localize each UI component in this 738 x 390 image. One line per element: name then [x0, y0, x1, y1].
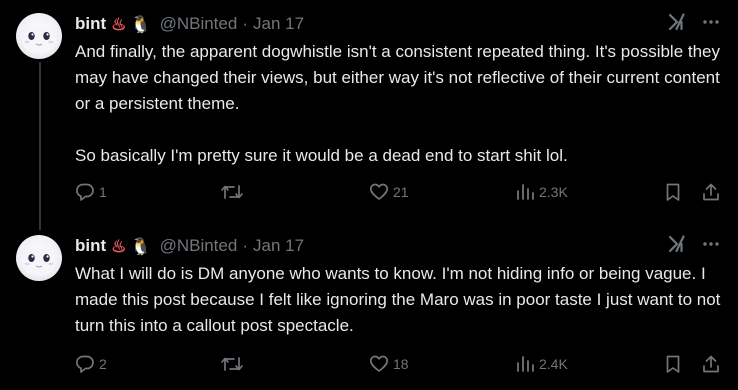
- display-name[interactable]: bint: [75, 14, 106, 34]
- user-handle[interactable]: @NBinted: [160, 14, 238, 34]
- tweet-actions: 1 21 2.3K: [75, 182, 725, 206]
- views-icon: [517, 184, 534, 200]
- tweet-top-icons: [668, 13, 720, 31]
- like-button[interactable]: 21: [369, 182, 409, 202]
- like-count: 21: [393, 184, 409, 200]
- share-icon: [703, 355, 719, 373]
- avatar[interactable]: [16, 235, 62, 281]
- hot-springs-emoji: ♨: [111, 14, 127, 34]
- reply-button[interactable]: 2: [75, 354, 107, 374]
- reply-button[interactable]: 1: [75, 182, 107, 202]
- more-icon[interactable]: [702, 13, 720, 31]
- display-name[interactable]: bint: [75, 236, 106, 256]
- tweet-date[interactable]: Jan 17: [253, 236, 304, 256]
- penguin-emoji: 🐧: [130, 14, 152, 34]
- retweet-icon: [221, 357, 243, 371]
- share-button[interactable]: [701, 182, 721, 202]
- views-button[interactable]: 2.4K: [515, 354, 568, 374]
- like-icon: [369, 183, 389, 200]
- tweet-header: bint ♨ 🐧 @NBinted · Jan 17: [75, 13, 304, 35]
- reply-count: 1: [99, 184, 107, 200]
- views-icon: [517, 356, 534, 372]
- tweet-text: And finally, the apparent dogwhistle isn…: [75, 42, 721, 165]
- share-icon: [703, 183, 719, 201]
- like-icon: [369, 355, 389, 372]
- view-count: 2.3K: [539, 184, 568, 200]
- reply-count: 2: [99, 356, 107, 372]
- hot-springs-emoji: ♨: [111, 236, 127, 256]
- more-icon[interactable]: [702, 235, 720, 253]
- views-button[interactable]: 2.3K: [515, 182, 568, 202]
- retweet-icon: [221, 185, 243, 199]
- separator-dot: ·: [242, 236, 248, 255]
- bookmark-icon: [666, 183, 680, 201]
- bookmark-button[interactable]: [663, 354, 683, 374]
- separator-dot: ·: [242, 14, 248, 33]
- avatar-face-icon: [22, 248, 56, 276]
- bookmark-icon: [666, 355, 680, 373]
- tweet-text: What I will do is DM anyone who wants to…: [75, 264, 726, 335]
- grok-icon[interactable]: [668, 13, 686, 31]
- tweet-date[interactable]: Jan 17: [253, 14, 304, 34]
- thread-connector-line: [39, 62, 41, 230]
- tweet-header: bint ♨ 🐧 @NBinted · Jan 17: [75, 235, 304, 257]
- reply-icon: [76, 355, 94, 373]
- thread: bint ♨ 🐧 @NBinted · Jan 17 And finally, …: [0, 0, 738, 390]
- retweet-button[interactable]: [220, 354, 248, 374]
- user-handle[interactable]: @NBinted: [160, 236, 238, 256]
- tweet-top-icons: [668, 235, 720, 253]
- tweet-actions: 2 18 2.4K: [75, 354, 725, 378]
- view-count: 2.4K: [539, 356, 568, 372]
- like-button[interactable]: 18: [369, 354, 409, 374]
- bookmark-button[interactable]: [663, 182, 683, 202]
- avatar-face-icon: [22, 26, 56, 54]
- grok-icon[interactable]: [668, 235, 686, 253]
- reply-icon: [76, 183, 94, 201]
- retweet-button[interactable]: [220, 182, 248, 202]
- avatar[interactable]: [16, 13, 62, 59]
- penguin-emoji: 🐧: [130, 236, 152, 256]
- share-button[interactable]: [701, 354, 721, 374]
- like-count: 18: [393, 356, 409, 372]
